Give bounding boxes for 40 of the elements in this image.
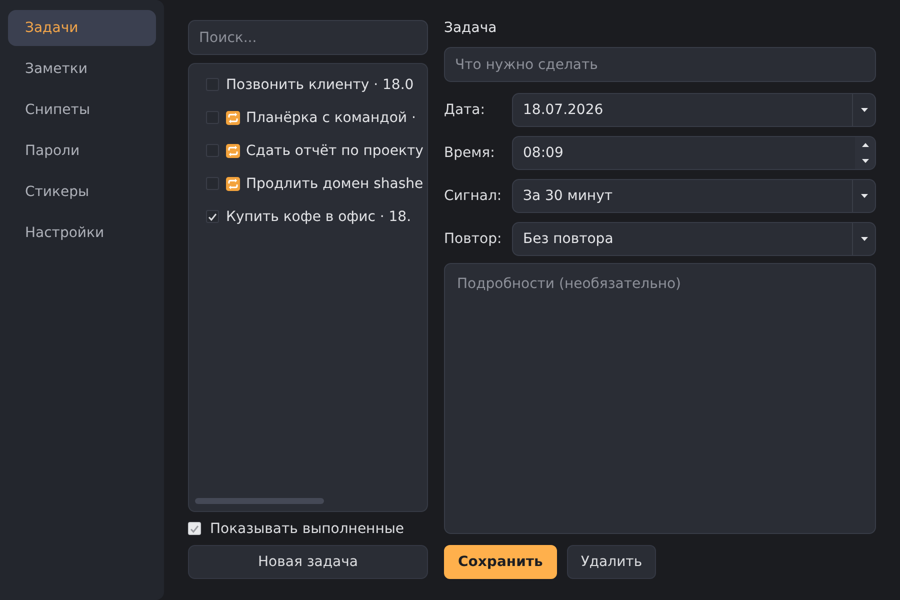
scrollbar-thumb[interactable] — [195, 498, 324, 504]
check-icon — [190, 524, 199, 532]
sidebar-item[interactable]: Стикеры — [8, 174, 156, 210]
field-label: Повтор: — [444, 231, 503, 247]
caret-down-icon[interactable] — [860, 194, 868, 198]
field-label: Время: — [444, 145, 496, 161]
checkbox-label[interactable]: Показывать выполненные — [210, 520, 404, 536]
search-field[interactable]: Поиск... — [188, 20, 428, 55]
dropdown-field[interactable]: За 30 минут — [512, 179, 876, 213]
dropdown-field[interactable]: 18.07.2026 — [512, 93, 876, 127]
time-field[interactable]: 08:09 — [512, 136, 876, 170]
checkbox[interactable] — [206, 111, 219, 124]
caret-up-icon[interactable] — [862, 143, 868, 147]
task-label[interactable]: Продлить домен shashe — [246, 176, 424, 192]
sidebar-item[interactable]: Настройки — [8, 215, 156, 251]
checkbox[interactable] — [206, 177, 219, 190]
field-label: Дата: — [444, 102, 486, 118]
sidebar-item[interactable]: Заметки — [8, 51, 156, 87]
task-name-field[interactable]: Что нужно сделать — [444, 47, 876, 82]
check-icon — [208, 212, 217, 220]
checkbox[interactable] — [206, 144, 219, 157]
caret-down-icon[interactable] — [862, 159, 868, 163]
field-label: Сигнал: — [444, 188, 503, 204]
checkbox[interactable] — [206, 210, 219, 223]
checkbox[interactable] — [206, 78, 219, 91]
sidebar-item[interactable]: Задачи — [8, 10, 156, 46]
dropdown-field[interactable]: Без повтора — [512, 222, 876, 256]
task-label[interactable]: Планёрка с командой · — [246, 110, 416, 126]
caret-down-icon[interactable] — [860, 108, 868, 112]
new-task-button[interactable]: Новая задача — [188, 545, 428, 579]
task-label[interactable]: Купить кофе в офис · 18. — [226, 208, 412, 224]
details-field[interactable]: Подробности (необязательно) — [444, 263, 876, 534]
sidebar-item[interactable]: Снипеты — [8, 92, 156, 128]
save-button[interactable]: Сохранить — [444, 545, 557, 579]
sidebar-item[interactable]: Пароли — [8, 133, 156, 169]
delete-button[interactable]: Удалить — [566, 545, 656, 579]
section-title: Задача — [444, 20, 498, 37]
caret-down-icon[interactable] — [860, 237, 868, 241]
task-label[interactable]: Позвонить клиенту · 18.0 — [226, 76, 414, 92]
task-label[interactable]: Сдать отчёт по проекту — [246, 142, 424, 158]
